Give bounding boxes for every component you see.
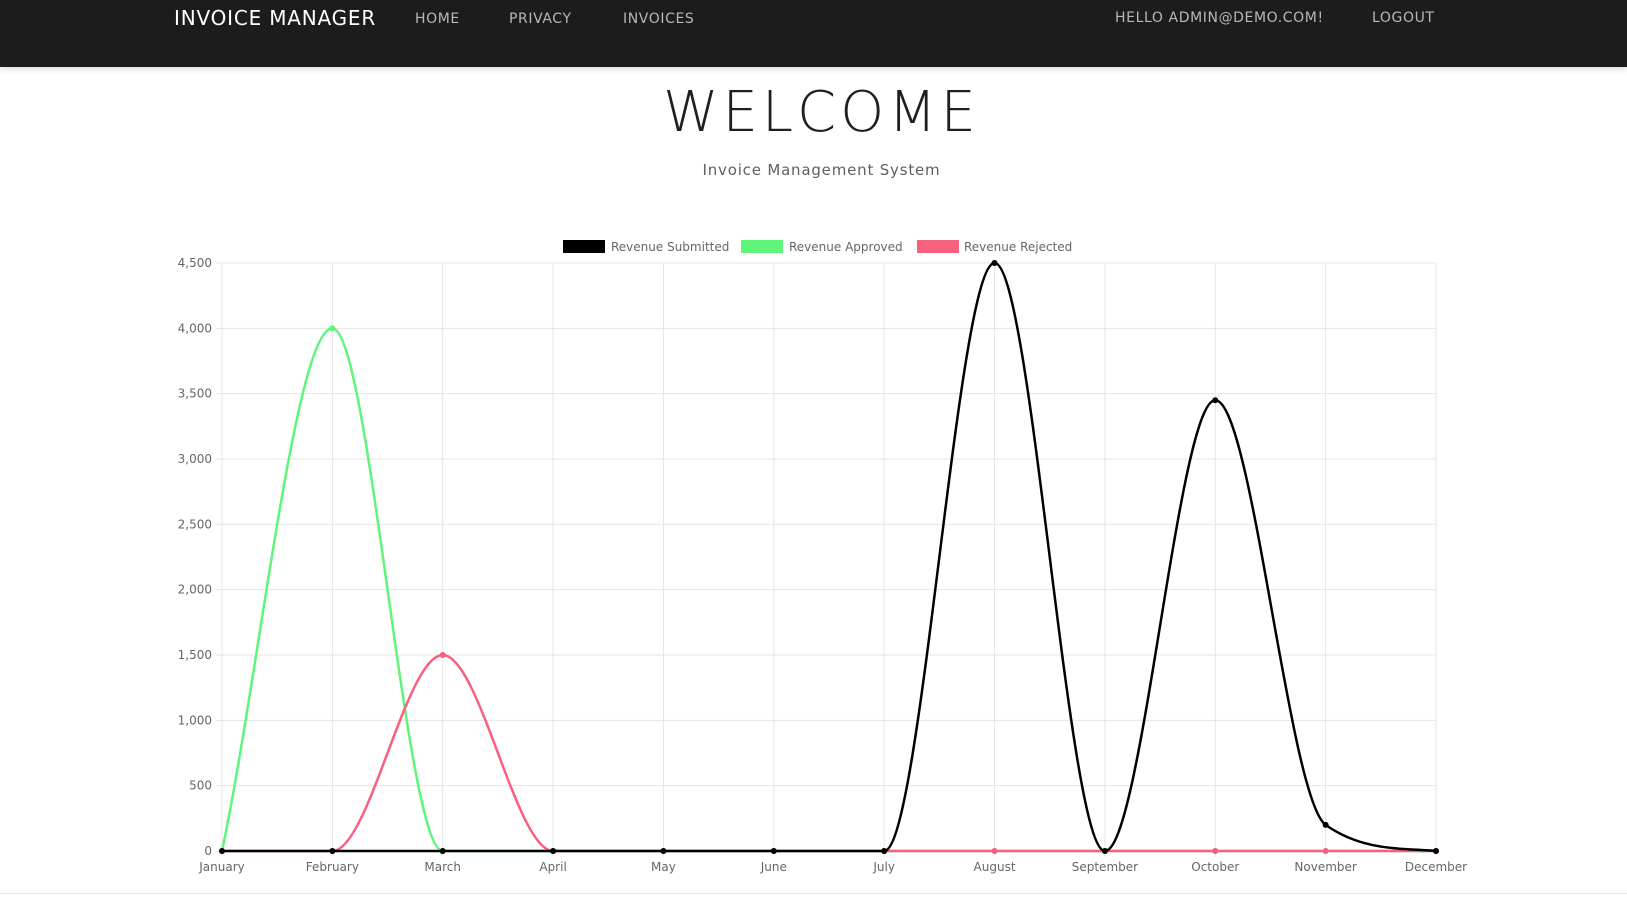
legend-swatch	[741, 240, 783, 253]
data-point	[1433, 848, 1439, 854]
y-tick-label: 3,500	[178, 387, 212, 401]
series-line	[222, 261, 1437, 853]
y-tick-label: 1,000	[178, 713, 212, 727]
data-point	[439, 652, 446, 658]
data-point	[329, 325, 336, 332]
y-tick-label: 2,000	[178, 583, 212, 597]
x-tick-label: October	[1191, 860, 1239, 874]
data-point	[1322, 848, 1329, 854]
data-point	[770, 848, 777, 854]
legend-label: Revenue Submitted	[611, 240, 729, 254]
x-tick-label: May	[651, 860, 676, 874]
data-point	[1101, 848, 1108, 854]
y-tick-label: 4,000	[178, 321, 212, 335]
legend-label: Revenue Approved	[789, 240, 903, 254]
x-tick-label: December	[1405, 860, 1467, 874]
data-point	[660, 848, 667, 854]
x-tick-label: March	[424, 860, 461, 874]
series-line	[222, 653, 1437, 853]
x-tick-label: September	[1072, 860, 1138, 874]
data-point	[881, 848, 888, 854]
revenue-line-chart: 0 500 1,000 1,500 2,000 2,500 3,000 3,500 4,000 4…	[178, 240, 1467, 874]
legend-swatch	[917, 240, 959, 253]
data-point	[1212, 397, 1219, 404]
data-point	[1212, 848, 1219, 854]
y-tick-label: 3,000	[178, 452, 212, 466]
x-tick-label: February	[306, 860, 359, 874]
data-point	[439, 848, 446, 854]
x-tick-label: June	[760, 860, 787, 874]
x-tick-label: November	[1294, 860, 1356, 874]
y-tick-label: 2,500	[178, 517, 212, 531]
x-tick-label: April	[539, 860, 566, 874]
x-tick-label: July	[872, 860, 895, 874]
data-point	[329, 848, 336, 854]
y-tick-label: 0	[204, 844, 212, 858]
data-point	[219, 848, 225, 854]
y-tick-label: 4,500	[178, 256, 212, 270]
legend-swatch	[563, 240, 605, 253]
x-tick-label: January	[198, 860, 245, 874]
data-point	[550, 848, 557, 854]
y-tick-label: 500	[189, 779, 212, 793]
y-tick-label: 1,500	[178, 648, 212, 662]
data-point	[991, 260, 998, 266]
data-point	[991, 848, 998, 854]
x-tick-label: August	[974, 860, 1016, 874]
data-point	[1322, 821, 1329, 828]
footer-divider	[0, 893, 1627, 894]
legend-label: Revenue Rejected	[964, 240, 1072, 254]
